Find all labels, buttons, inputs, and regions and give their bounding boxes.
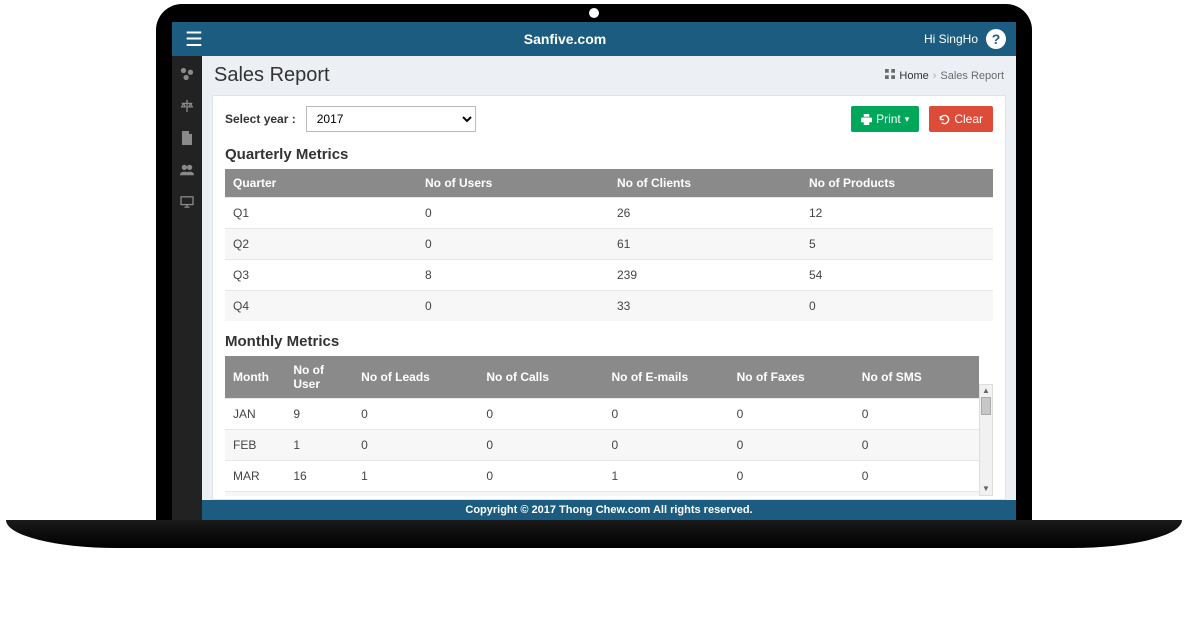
print-button[interactable]: Print [851,106,919,132]
page-title: Sales Report [214,64,330,87]
m-col-calls: No of Calls [478,356,603,399]
table-row: Q20615 [225,229,993,260]
menu-hamburger-icon[interactable]: ☰ [182,27,206,52]
table-row: MAR1610100 [225,461,979,492]
laptop-bezel: ☰ Sanfive.com Hi SingHo ? [156,4,1032,520]
body: Sales Report Home › Sales Report Se [172,56,1016,520]
year-select[interactable]: 2017 [306,106,476,132]
q-col-clients: No of Clients [609,169,801,198]
m-col-user: No of User [285,356,353,399]
breadcrumb-home[interactable]: Home [899,70,928,82]
table-row: JAN900000 [225,399,979,430]
content: Sales Report Home › Sales Report Se [202,56,1016,520]
users-icon[interactable] [175,158,199,182]
footer: Copyright © 2017 Thong Chew.com All righ… [202,500,1016,520]
m-col-leads: No of Leads [353,356,478,399]
monitor-icon[interactable] [175,190,199,214]
table-row: Q3823954 [225,260,993,291]
laptop-base [6,520,1182,548]
main-panel: Select year : 2017 Print Cle [212,95,1006,500]
scroll-down-icon[interactable]: ▼ [982,483,990,495]
scroll-track[interactable] [980,397,992,483]
camera-dot [589,8,599,18]
monthly-title: Monthly Metrics [225,333,993,350]
table-row: FEB100000 [225,430,979,461]
scroll-thumb[interactable] [981,397,991,415]
breadcrumb-sep: › [933,70,937,82]
help-icon[interactable]: ? [986,29,1006,49]
q-col-users: No of Users [417,169,609,198]
clear-label: Clear [954,112,983,126]
select-year-label: Select year : [225,112,296,126]
document-icon[interactable] [175,126,199,150]
table-row: Q40330 [225,291,993,322]
table-row: APR210000 [225,492,979,497]
user-greeting: Hi SingHo [924,32,978,46]
monthly-scroll-area: Month No of User No of Leads No of Calls… [225,356,993,496]
m-col-emails: No of E-mails [603,356,728,399]
q-col-quarter: Quarter [225,169,417,198]
dashboard-icon[interactable] [175,62,199,86]
page-header: Sales Report Home › Sales Report [202,56,1016,91]
print-icon [861,114,872,125]
laptop-frame: ☰ Sanfive.com Hi SingHo ? [156,4,1032,548]
controls-row: Select year : 2017 Print Cle [225,106,993,132]
quarterly-table: Quarter No of Users No of Clients No of … [225,169,993,321]
table-row: Q102612 [225,198,993,229]
brand-title: Sanfive.com [206,31,924,47]
refresh-icon [939,114,950,125]
scrollbar-vertical[interactable]: ▲ ▼ [979,384,993,496]
topbar: ☰ Sanfive.com Hi SingHo ? [172,22,1016,56]
m-col-sms: No of SMS [854,356,979,399]
quarterly-title: Quarterly Metrics [225,146,993,163]
footer-text: Copyright © 2017 Thong Chew.com All righ… [465,504,752,516]
breadcrumb-current: Sales Report [940,70,1004,82]
monthly-table: Month No of User No of Leads No of Calls… [225,356,979,496]
m-col-month: Month [225,356,285,399]
sidebar [172,56,202,520]
dashboard-mini-icon [885,69,895,82]
clear-button[interactable]: Clear [929,106,993,132]
m-col-faxes: No of Faxes [729,356,854,399]
print-label: Print [876,112,901,126]
scroll-up-icon[interactable]: ▲ [982,385,990,397]
q-col-products: No of Products [801,169,993,198]
breadcrumb: Home › Sales Report [885,69,1004,82]
screen: ☰ Sanfive.com Hi SingHo ? [172,22,1016,520]
balance-icon[interactable] [175,94,199,118]
